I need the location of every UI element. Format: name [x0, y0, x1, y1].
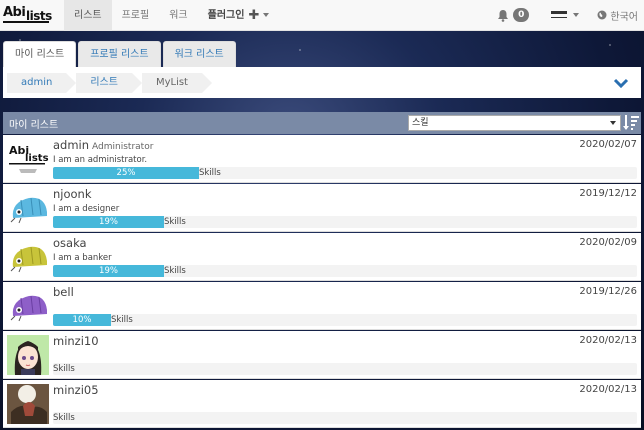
avatar[interactable] [7, 286, 49, 326]
avatar[interactable] [7, 335, 49, 375]
member-description: I am a designer [53, 204, 120, 214]
progress-bar-label: Skills [164, 217, 186, 227]
bug-avatar-icon [7, 188, 49, 228]
sort-icon[interactable] [623, 114, 639, 132]
user-logo-icon [551, 11, 568, 18]
member-role: Administrator [92, 142, 154, 152]
member-name-text: osaka [53, 236, 87, 250]
chevron-down-icon [610, 121, 616, 125]
avatar[interactable]: Abi lists [7, 139, 49, 179]
list-item[interactable]: minzi05 2020/02/13 Skills [3, 380, 641, 428]
nav-item-work[interactable]: 워크 [159, 0, 197, 31]
progress-fill: 10% [53, 314, 111, 326]
bell-icon [498, 9, 509, 22]
bug-avatar-icon [7, 237, 49, 277]
language-dropdown[interactable]: 한국어 [591, 8, 644, 23]
skills-progress-bar: 19% Skills [53, 216, 637, 228]
member-date: 2020/02/13 [579, 384, 637, 395]
member-name[interactable]: njoonk [53, 187, 92, 201]
nav-right-group: 0 한국어 [487, 0, 644, 31]
list-item[interactable]: Abi lists admin Administrator 2020/02/07 … [3, 135, 641, 183]
logo-text-top: Abi [3, 4, 26, 20]
list-header: 마이 리스트 스킬 [3, 112, 641, 134]
member-date: 2019/12/26 [579, 286, 637, 297]
list-item[interactable]: njoonk 2019/12/12 I am a designer 19% Sk… [3, 184, 641, 232]
avatar[interactable] [7, 384, 49, 424]
chevron-down-icon [573, 13, 580, 17]
photo-avatar-icon [7, 384, 49, 424]
avatar[interactable] [7, 237, 49, 277]
member-description: I am an administrator. [53, 155, 148, 165]
member-name-text: minzi10 [53, 334, 99, 348]
tab-my-list[interactable]: 마이 리스트 [3, 41, 77, 67]
user-menu-dropdown[interactable] [539, 10, 591, 20]
breadcrumb-admin[interactable]: admin [7, 72, 77, 93]
nav-item-list[interactable]: 리스트 [64, 0, 112, 31]
svg-text:lists: lists [25, 153, 49, 164]
member-description: I am a banker [53, 253, 112, 263]
chevron-down-icon[interactable] [613, 78, 629, 88]
anime-girl-avatar-icon [7, 335, 49, 375]
member-date: 2020/02/07 [579, 139, 637, 150]
bug-avatar-icon [7, 286, 49, 326]
member-name-text: minzi05 [53, 383, 99, 397]
member-date: 2019/12/12 [579, 188, 637, 199]
breadcrumb-mylist: MyList [141, 72, 213, 93]
progress-bar-label: Skills [199, 168, 221, 178]
list-title: 마이 리스트 [9, 119, 59, 131]
list-item[interactable]: osaka 2020/02/09 I am a banker 19% Skill… [3, 233, 641, 281]
notification-count-badge: 0 [513, 8, 530, 22]
notifications-button[interactable]: 0 [487, 8, 539, 22]
progress-fill: 19% [53, 216, 164, 228]
member-name-text: admin [53, 138, 90, 152]
language-label: 한국어 [610, 11, 638, 23]
skills-progress-bar: Skills [53, 363, 637, 375]
tab-profile-list[interactable]: 프로필 리스트 [78, 41, 161, 67]
member-name-text: njoonk [53, 187, 92, 201]
member-list: Abi lists admin Administrator 2020/02/07 … [3, 135, 641, 429]
top-navbar: Abi lists 리스트 프로필 워크 플러그인 ✚ 0 한국어 [0, 0, 644, 31]
member-name[interactable]: bell [53, 285, 74, 299]
avatar[interactable] [7, 188, 49, 228]
progress-fill: 19% [53, 265, 164, 277]
member-date: 2020/02/09 [579, 237, 637, 248]
breadcrumb-list[interactable]: 리스트 [76, 72, 142, 93]
sort-select-value: 스킬 [412, 118, 429, 128]
progress-bar-label: Skills [164, 266, 186, 276]
list-item[interactable]: minzi10 2020/02/13 Skills [3, 331, 641, 379]
progress-fill: 25% [53, 167, 199, 179]
member-name[interactable]: admin Administrator [53, 138, 153, 152]
chevron-down-icon [263, 13, 270, 17]
abilists-avatar-icon: Abi lists [7, 139, 49, 179]
member-date: 2020/02/13 [579, 335, 637, 346]
globe-icon [597, 10, 607, 20]
skills-progress-bar: Skills [53, 412, 637, 424]
nav-plugin-dropdown[interactable]: 플러그인 ✚ [198, 0, 280, 31]
member-name[interactable]: minzi05 [53, 383, 99, 397]
progress-bar-label: Skills [111, 315, 133, 325]
list-item[interactable]: bell 2019/12/26 10% Skills [3, 282, 641, 330]
progress-bar-label: Skills [53, 364, 75, 374]
breadcrumb: admin 리스트 MyList [3, 67, 641, 98]
abilists-logo[interactable]: Abi lists [3, 0, 61, 31]
skills-progress-bar: 10% Skills [53, 314, 637, 326]
plus-icon: ✚ [248, 7, 260, 23]
logo-underline [3, 20, 49, 23]
list-tabs: 마이 리스트 프로필 리스트 워크 리스트 [3, 41, 236, 67]
tab-work-list[interactable]: 워크 리스트 [162, 41, 236, 67]
nav-item-profile[interactable]: 프로필 [112, 0, 160, 31]
member-name-text: bell [53, 285, 74, 299]
member-name[interactable]: osaka [53, 236, 87, 250]
sort-select[interactable]: 스킬 [408, 115, 621, 131]
nav-plugin-label: 플러그인 [207, 9, 245, 21]
progress-bar-label: Skills [53, 413, 75, 423]
member-name[interactable]: minzi10 [53, 334, 99, 348]
skills-progress-bar: 19% Skills [53, 265, 637, 277]
skills-progress-bar: 25% Skills [53, 167, 637, 179]
